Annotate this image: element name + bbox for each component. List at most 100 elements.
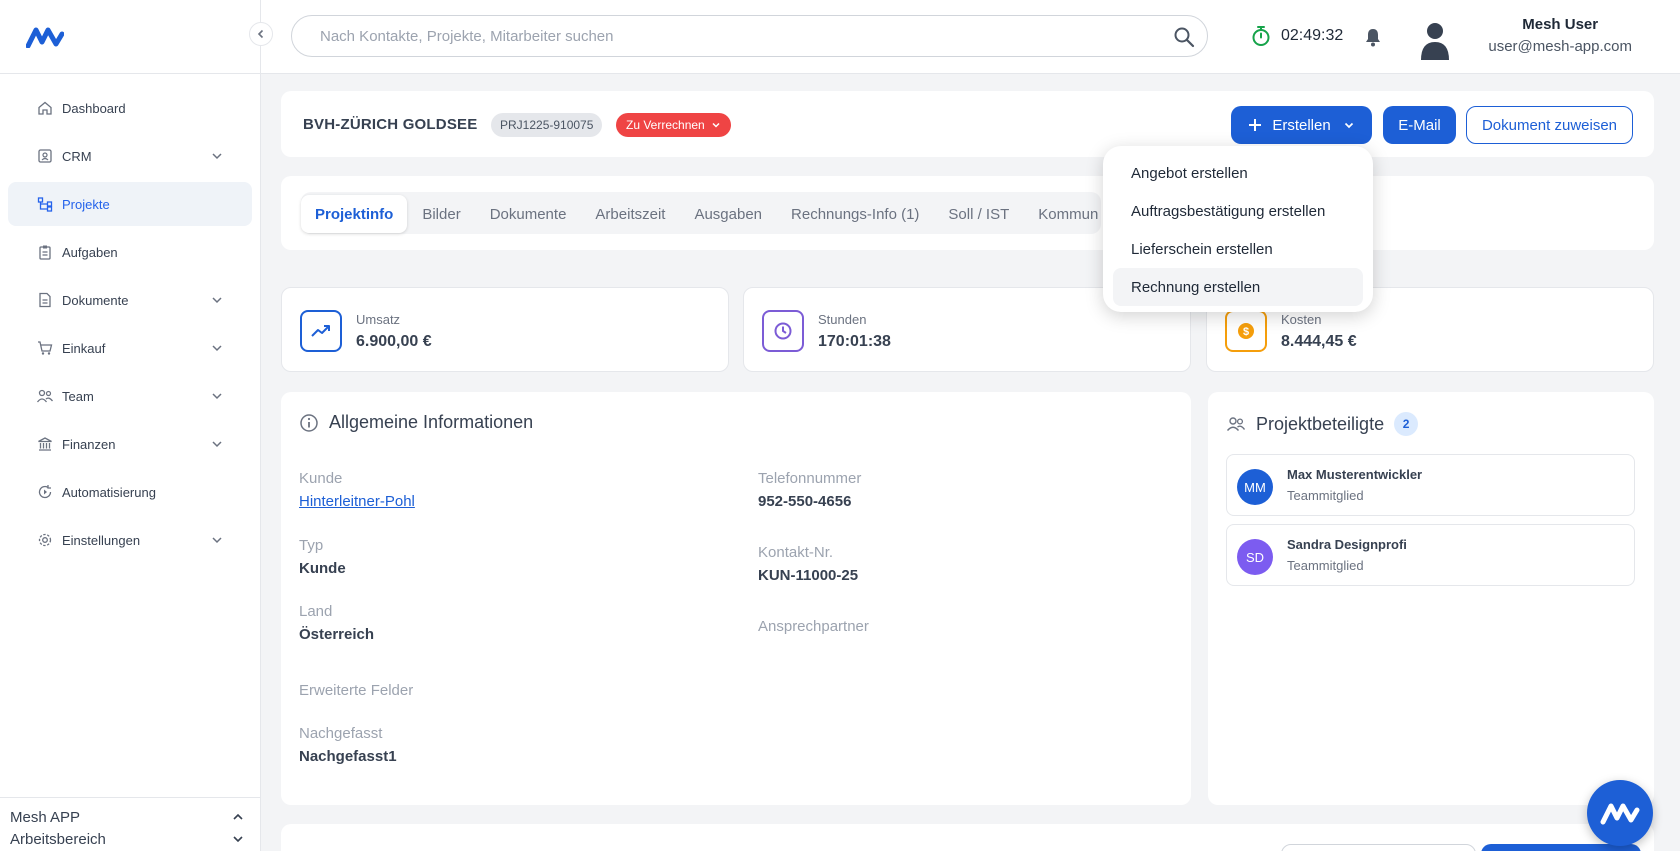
- bell-icon[interactable]: [1364, 27, 1382, 47]
- tab-soll-ist[interactable]: Soll / IST: [934, 195, 1023, 233]
- search-input[interactable]: [320, 27, 1120, 45]
- participant-name: Max Musterentwickler: [1287, 467, 1423, 482]
- stopwatch-icon: [1252, 26, 1270, 46]
- field-value: 952-550-4656: [758, 493, 852, 510]
- sidebar-item-dashboard[interactable]: Dashboard: [8, 86, 252, 130]
- create-dropdown-menu: Angebot erstellen Auftragsbestätigung er…: [1103, 146, 1373, 312]
- tab-projektinfo[interactable]: Projektinfo: [301, 195, 408, 233]
- status-label: Zu Verrechnen: [626, 118, 705, 132]
- menu-item-angebot[interactable]: Angebot erstellen: [1113, 154, 1363, 192]
- chevron-down-icon: [212, 393, 222, 400]
- bottom-card: [281, 824, 1654, 851]
- sidebar-nav: Dashboard CRM Projekte Aufgaben Dokument…: [0, 74, 260, 562]
- chevron-down-icon: [712, 122, 720, 128]
- field-erweitert: Erweiterte Felder: [299, 682, 413, 699]
- clock-icon: [762, 310, 804, 352]
- automation-icon: [36, 483, 54, 501]
- search-icon[interactable]: [1173, 26, 1195, 48]
- sidebar: Dashboard CRM Projekte Aufgaben Dokument…: [0, 0, 273, 851]
- assign-document-button[interactable]: Dokument zuweisen: [1466, 106, 1633, 144]
- chevron-down-icon: [212, 153, 222, 160]
- chevron-down-icon: [212, 297, 222, 304]
- project-status-dropdown[interactable]: Zu Verrechnen: [616, 113, 731, 137]
- mesh-logo[interactable]: [26, 26, 64, 48]
- tab-bilder[interactable]: Bilder: [408, 195, 474, 233]
- user-avatar[interactable]: [1418, 20, 1452, 60]
- sidebar-item-label: Einkauf: [62, 340, 106, 356]
- sidebar-collapse-button[interactable]: [249, 22, 273, 46]
- chevron-down-icon: [212, 441, 222, 448]
- field-value: Nachgefasst1: [299, 748, 397, 765]
- participant-card[interactable]: SD Sandra Designprofi Teammitglied: [1226, 524, 1635, 586]
- stat-label: Stunden: [818, 312, 867, 327]
- workspace-switcher[interactable]: Arbeitsbereich: [10, 828, 251, 850]
- field-typ: Typ Kunde: [299, 537, 346, 577]
- gear-icon: [36, 531, 54, 549]
- customer-link[interactable]: Hinterleitner-Pohl: [299, 493, 415, 510]
- participant-card[interactable]: MM Max Musterentwickler Teammitglied: [1226, 454, 1635, 516]
- tab-arbeitszeit[interactable]: Arbeitszeit: [581, 195, 679, 233]
- email-button[interactable]: E-Mail: [1383, 106, 1456, 144]
- participant-role: Teammitglied: [1287, 488, 1364, 503]
- project-tabs: Projektinfo Bilder Dokumente Arbeitszeit…: [301, 194, 1113, 234]
- sidebar-item-label: Automatisierung: [62, 484, 156, 500]
- participants-title: Projektbeteiligte 2: [1226, 412, 1419, 436]
- section-title-text: Projektbeteiligte: [1256, 413, 1385, 434]
- app-switcher[interactable]: Mesh APP: [10, 806, 251, 828]
- sidebar-item-label: CRM: [62, 148, 92, 164]
- mesh-assistant-button[interactable]: [1587, 780, 1653, 846]
- field-kunde: Kunde Hinterleitner-Pohl: [299, 470, 415, 510]
- sidebar-item-projekte[interactable]: Projekte: [8, 182, 252, 226]
- sidebar-item-label: Dashboard: [62, 100, 126, 116]
- tabs-card: Projektinfo Bilder Dokumente Arbeitszeit…: [281, 176, 1654, 250]
- field-label: Kunde: [299, 470, 343, 487]
- project-tree-icon: [36, 195, 54, 213]
- home-icon: [36, 99, 54, 117]
- create-button-label: Erstellen: [1272, 116, 1331, 134]
- tab-dokumente[interactable]: Dokumente: [476, 195, 581, 233]
- mesh-logo-icon: [1600, 803, 1640, 825]
- document-icon: [36, 291, 54, 309]
- user-info[interactable]: Mesh User user@mesh-app.com: [1488, 16, 1632, 55]
- tab-kommunikation[interactable]: Kommun: [1024, 195, 1112, 233]
- menu-item-rechnung[interactable]: Rechnung erstellen: [1113, 268, 1363, 306]
- chevron-left-icon: [257, 29, 264, 39]
- field-label: Typ: [299, 537, 324, 554]
- timer-value: 02:49:32: [1281, 27, 1344, 44]
- sidebar-item-aufgaben[interactable]: Aufgaben: [8, 230, 252, 274]
- bottom-secondary-button[interactable]: [1281, 844, 1476, 851]
- sidebar-item-automatisierung[interactable]: Automatisierung: [8, 470, 252, 514]
- chevron-down-icon: [212, 345, 222, 352]
- bank-icon: [36, 435, 54, 453]
- sidebar-item-label: Aufgaben: [62, 244, 118, 260]
- menu-item-lieferschein[interactable]: Lieferschein erstellen: [1113, 230, 1363, 268]
- chevron-up-icon: [233, 813, 243, 820]
- info-icon: [300, 413, 318, 432]
- time-tracker[interactable]: 02:49:32: [1251, 25, 1343, 47]
- general-info-card: Allgemeine Informationen Kunde Hinterlei…: [281, 392, 1191, 805]
- workspace-name: Arbeitsbereich: [10, 830, 106, 848]
- sidebar-item-finanzen[interactable]: Finanzen: [8, 422, 252, 466]
- contact-card-icon: [36, 147, 54, 165]
- search-bar: [291, 15, 1208, 57]
- svg-text:$: $: [1243, 326, 1249, 338]
- stat-value: 170:01:38: [818, 333, 891, 350]
- sidebar-item-einstellungen[interactable]: Einstellungen: [8, 518, 252, 562]
- sidebar-item-crm[interactable]: CRM: [8, 134, 252, 178]
- field-label: Telefonnummer: [758, 470, 862, 487]
- clipboard-icon: [36, 243, 54, 261]
- plus-icon: [1249, 119, 1262, 131]
- project-title: BVH-ZÜRICH GOLDSEE: [303, 116, 478, 133]
- sidebar-item-einkauf[interactable]: Einkauf: [8, 326, 252, 370]
- field-value: Österreich: [299, 626, 375, 643]
- create-button[interactable]: Erstellen: [1231, 106, 1372, 144]
- field-value: KUN-11000-25: [758, 567, 859, 584]
- tab-ausgaben[interactable]: Ausgaben: [680, 195, 776, 233]
- field-land: Land Österreich: [299, 603, 374, 643]
- tab-rechnungs-info[interactable]: Rechnungs-Info (1): [777, 195, 933, 233]
- sidebar-item-team[interactable]: Team: [8, 374, 252, 418]
- menu-item-auftragsbestaetigung[interactable]: Auftragsbestätigung erstellen: [1113, 192, 1363, 230]
- topbar: 02:49:32 Mesh User user@mesh-app.com: [261, 0, 1680, 74]
- sidebar-item-dokumente[interactable]: Dokumente: [8, 278, 252, 322]
- participants-count-badge: 2: [1394, 412, 1419, 436]
